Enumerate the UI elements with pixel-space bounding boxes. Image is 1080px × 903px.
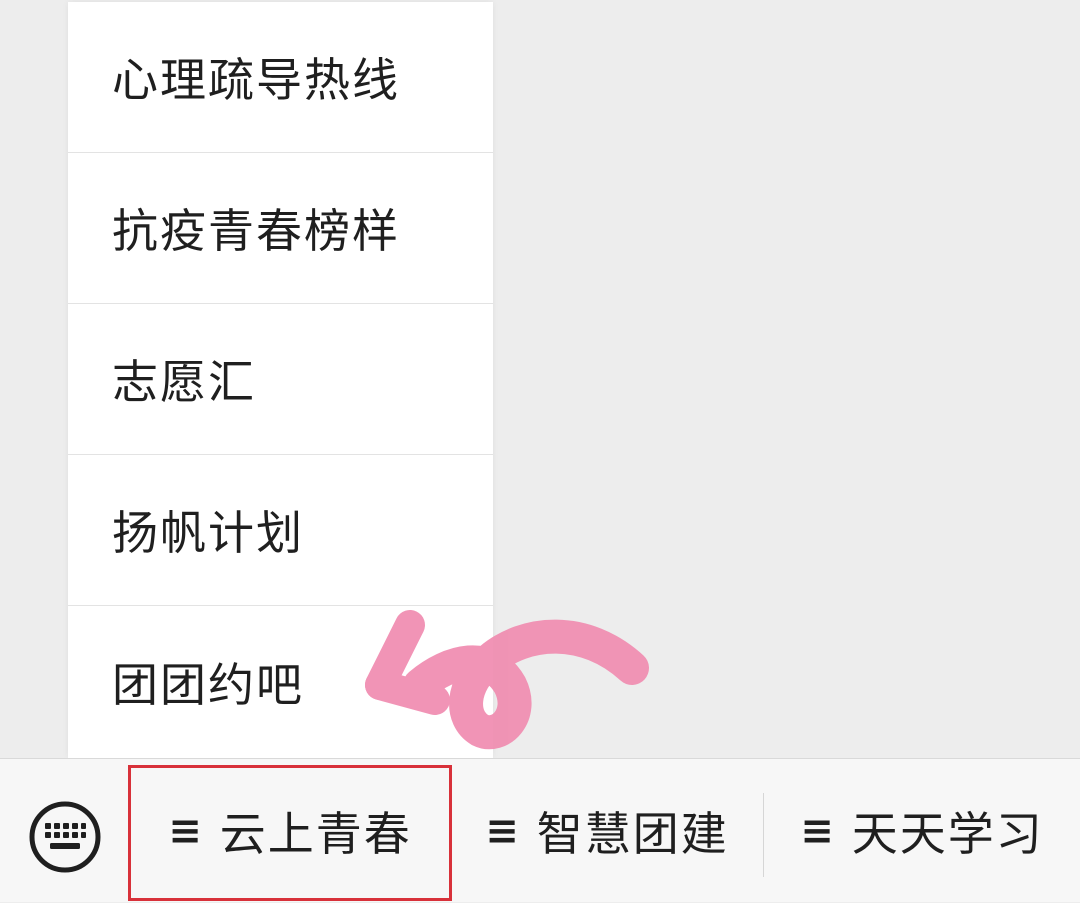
menu-tab-daily-study[interactable]: ≡ 天天学习 [764,759,1080,903]
submenu-item-tuantuan-meetup[interactable]: 团团约吧 [68,606,493,758]
menu-tab-smart-league[interactable]: ≡ 智慧团建 [452,759,762,903]
menu-tab-label: 云上青春 [219,807,412,861]
menu-list-icon: ≡ [485,808,521,854]
submenu-item-sail-plan[interactable]: 扬帆计划 [68,455,493,606]
menu-list-icon: ≡ [168,808,204,854]
submenu-item-psychological-hotline[interactable]: 心理疏导热线 [68,2,493,153]
bottom-menu-bar: ≡ 云上青春 ≡ 智慧团建 ≡ 天天学习 [0,758,1080,902]
submenu-item-anti-epidemic-role-models[interactable]: 抗疫青春榜样 [68,153,493,304]
submenu-item-volunteer-hub[interactable]: 志愿汇 [68,304,493,455]
submenu-popup: 心理疏导热线 抗疫青春榜样 志愿汇 扬帆计划 团团约吧 [68,2,493,758]
submenu-item-label: 心理疏导热线 [112,53,400,107]
menu-tab-label: 智慧团建 [536,807,729,861]
menu-tab-cloud-youth[interactable]: ≡ 云上青春 [130,759,450,903]
submenu-item-label: 抗疫青春榜样 [112,204,400,258]
submenu-item-label: 团团约吧 [112,658,304,712]
submenu-item-label: 扬帆计划 [112,506,304,560]
submenu-item-label: 志愿汇 [112,355,256,409]
menu-list-icon: ≡ [800,808,836,854]
menu-tab-label: 天天学习 [851,807,1044,861]
keyboard-icon[interactable] [28,800,102,874]
